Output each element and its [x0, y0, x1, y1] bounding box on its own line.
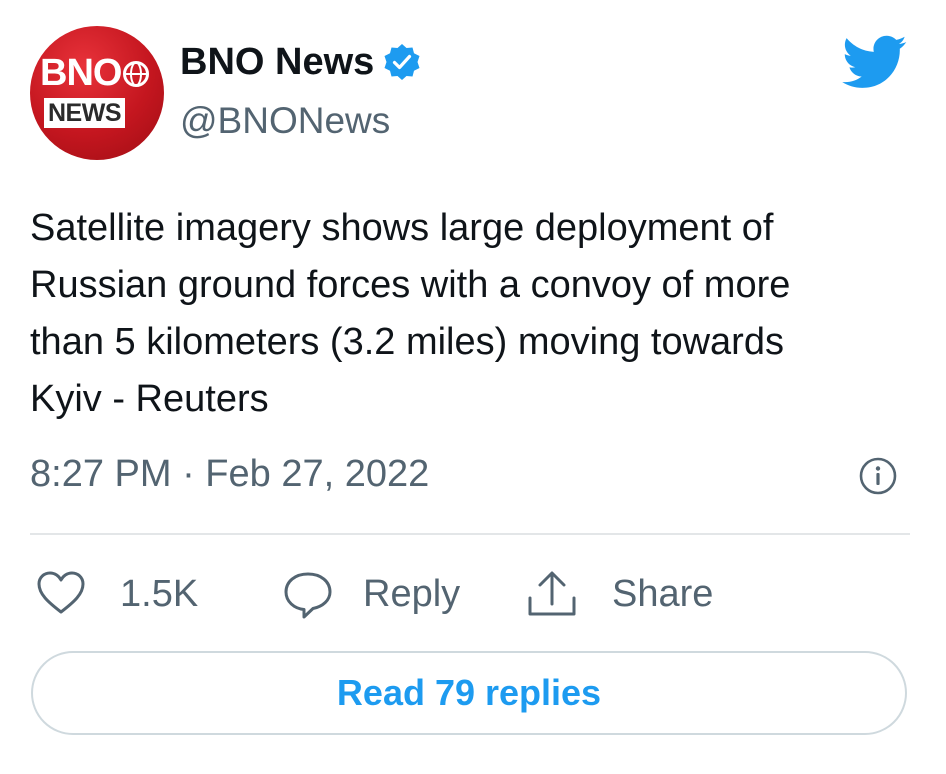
logo-text-news: NEWS: [44, 98, 125, 128]
read-replies-button[interactable]: Read 79 replies: [31, 651, 907, 735]
verified-badge-icon: [384, 44, 420, 80]
bno-logo: BNO: [40, 52, 150, 94]
globe-icon: [123, 61, 150, 87]
author-name-text[interactable]: BNO News: [180, 43, 374, 81]
speech-bubble-icon[interactable]: [282, 570, 334, 620]
author-handle[interactable]: @BNONews: [180, 102, 390, 139]
tweet-timestamp[interactable]: 8:27 PM · Feb 27, 2022: [30, 455, 429, 493]
reply-label[interactable]: Reply: [363, 575, 460, 613]
read-replies-label[interactable]: Read 79 replies: [337, 672, 601, 714]
tweet-text: Satellite imagery shows large deployment…: [30, 207, 791, 420]
twitter-bird-icon[interactable]: [842, 34, 908, 88]
avatar[interactable]: BNO NEWS: [30, 26, 164, 160]
author-name[interactable]: BNO News: [180, 42, 422, 82]
share-arrow-icon[interactable]: [524, 568, 580, 620]
logo-text-bno: BNO: [40, 52, 122, 94]
share-label[interactable]: Share: [612, 575, 713, 613]
action-bar: 1.5K Reply Share: [0, 560, 946, 624]
divider: [30, 533, 910, 535]
heart-icon[interactable]: [36, 570, 86, 616]
info-icon[interactable]: [858, 456, 898, 496]
like-count[interactable]: 1.5K: [120, 575, 198, 613]
